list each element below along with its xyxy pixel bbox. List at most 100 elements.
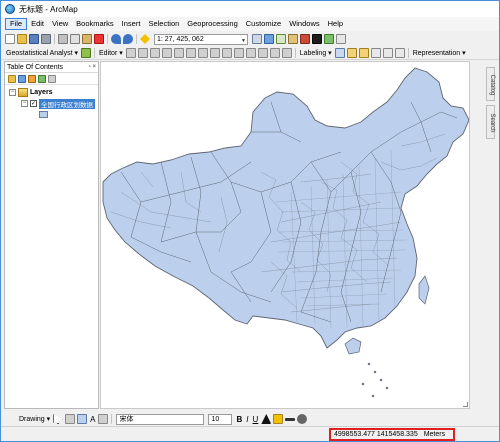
list-by-selection-icon[interactable]: [38, 74, 46, 83]
paste-icon[interactable]: [82, 34, 92, 44]
collapse-icon[interactable]: −: [9, 89, 16, 96]
rectangle-tool-icon[interactable]: [77, 414, 88, 424]
geostatistical-wizard-icon[interactable]: [81, 47, 91, 58]
table-of-contents-icon[interactable]: [264, 34, 274, 44]
save-icon[interactable]: [29, 34, 39, 44]
line-color-icon[interactable]: [285, 417, 296, 421]
edit-vertices-draw-icon[interactable]: [98, 414, 109, 424]
list-by-drawing-order-icon[interactable]: [8, 74, 16, 83]
edit-tool-icon[interactable]: [125, 47, 136, 58]
redo-icon[interactable]: [123, 34, 133, 44]
catalog-window-icon[interactable]: [276, 34, 286, 44]
help-icon[interactable]: [336, 34, 346, 44]
text-tool-icon[interactable]: A: [90, 415, 95, 424]
select-elements-pointer-icon[interactable]: [53, 414, 64, 424]
map-view[interactable]: [100, 61, 470, 409]
copy-icon[interactable]: [70, 34, 80, 44]
point-icon[interactable]: [185, 47, 196, 58]
label-manager-icon[interactable]: [334, 47, 345, 58]
menu-file[interactable]: File: [5, 18, 28, 30]
menu-geoprocessing[interactable]: Geoprocessing: [183, 18, 241, 30]
pause-labeling-icon[interactable]: [382, 47, 393, 58]
sketch-properties-icon[interactable]: [269, 47, 280, 58]
taiwan-island[interactable]: [418, 275, 430, 305]
add-data-icon[interactable]: [140, 34, 150, 44]
toc-pin-close-controls[interactable]: ▫ ×: [89, 64, 96, 70]
edit-vertices-icon[interactable]: [197, 47, 208, 58]
title-bar: 无标题 - ArcMap: [1, 1, 499, 17]
create-features-icon[interactable]: [281, 47, 292, 58]
menu-selection[interactable]: Selection: [144, 18, 183, 30]
fill-color-icon[interactable]: [273, 414, 284, 424]
collapse-icon[interactable]: −: [21, 100, 28, 107]
model-builder-icon[interactable]: [324, 34, 334, 44]
south-sea-island: [373, 370, 377, 374]
layer-row[interactable]: − ✓ 全国行政区划数据: [5, 98, 98, 109]
search-tab-label: Search: [489, 113, 495, 133]
drawing-menu[interactable]: Drawing ▾: [19, 415, 50, 423]
toc-options-icon[interactable]: [48, 74, 56, 83]
undo-icon[interactable]: [111, 34, 121, 44]
lock-labels-icon[interactable]: [370, 47, 381, 58]
arctoolbox-icon[interactable]: [300, 34, 310, 44]
china-mainland-shape[interactable]: [102, 67, 469, 349]
split-icon[interactable]: [233, 47, 244, 58]
label-priority-icon[interactable]: [346, 47, 357, 58]
marker-color-icon[interactable]: [297, 414, 308, 424]
hainan-island[interactable]: [344, 337, 362, 355]
catalog-side-tab[interactable]: Catalog: [486, 67, 495, 101]
toolbar-separator: [111, 414, 113, 424]
layer-symbol-row: [5, 109, 98, 120]
python-window-icon[interactable]: [312, 34, 322, 44]
map-scale-combobox[interactable]: 1: 27, 425, 062 ▼: [154, 33, 248, 45]
layer-visibility-checkbox[interactable]: ✓: [30, 100, 37, 107]
bold-button[interactable]: B: [236, 415, 242, 424]
layers-frame-row[interactable]: − Layers: [5, 87, 98, 98]
open-folder-icon[interactable]: [17, 34, 27, 44]
editor-menu[interactable]: Editor ▾: [99, 49, 123, 57]
label-weight-icon[interactable]: [358, 47, 369, 58]
end-point-arc-icon[interactable]: [161, 47, 172, 58]
editor-toolbar-icon[interactable]: [252, 34, 262, 44]
cut-icon[interactable]: [58, 34, 68, 44]
labeling-menu[interactable]: Labeling ▾: [300, 49, 332, 57]
search-side-tab[interactable]: Search: [486, 105, 495, 139]
list-by-source-icon[interactable]: [18, 74, 26, 83]
view-unplaced-labels-icon[interactable]: [394, 47, 405, 58]
representation-menu[interactable]: Representation ▾: [413, 49, 466, 57]
catalog-tab-label: Catalog: [489, 74, 495, 96]
menu-bookmarks[interactable]: Bookmarks: [72, 18, 118, 30]
rotate-element-icon[interactable]: [65, 414, 76, 424]
menu-customize[interactable]: Customize: [242, 18, 285, 30]
search-window-icon[interactable]: [288, 34, 298, 44]
list-by-visibility-icon[interactable]: [28, 74, 36, 83]
menu-edit[interactable]: Edit: [27, 18, 48, 30]
print-icon[interactable]: [41, 34, 51, 44]
south-sea-island: [371, 394, 375, 398]
attributes-icon[interactable]: [257, 47, 268, 58]
delete-icon[interactable]: [94, 34, 104, 44]
drawing-toolbar: Drawing ▾ A 宋体 10 B I U: [1, 412, 499, 426]
menu-insert[interactable]: Insert: [118, 18, 145, 30]
font-size-combobox[interactable]: 10: [208, 413, 233, 425]
italic-button[interactable]: I: [246, 415, 248, 424]
trace-icon[interactable]: [173, 47, 184, 58]
underline-button[interactable]: U: [253, 415, 259, 424]
coordinate-units: Meters: [423, 431, 446, 438]
geostatistical-analyst-menu[interactable]: Geostatistical Analyst ▾: [6, 49, 78, 57]
edit-annotation-icon[interactable]: [137, 47, 148, 58]
rotate-icon[interactable]: [245, 47, 256, 58]
toc-toolbar: [5, 73, 98, 85]
menu-help[interactable]: Help: [324, 18, 347, 30]
straight-segment-icon[interactable]: [149, 47, 160, 58]
menu-view[interactable]: View: [48, 18, 72, 30]
toolbar-separator: [54, 34, 55, 44]
layer-name[interactable]: 全国行政区划数据: [39, 98, 95, 109]
cut-polygon-icon[interactable]: [221, 47, 232, 58]
menu-windows[interactable]: Windows: [285, 18, 323, 30]
new-document-icon[interactable]: [5, 34, 15, 44]
font-color-icon[interactable]: [261, 414, 272, 424]
font-name-combobox[interactable]: 宋体: [116, 413, 205, 425]
reshape-icon[interactable]: [209, 47, 220, 58]
polygon-symbol-swatch[interactable]: [39, 111, 48, 118]
